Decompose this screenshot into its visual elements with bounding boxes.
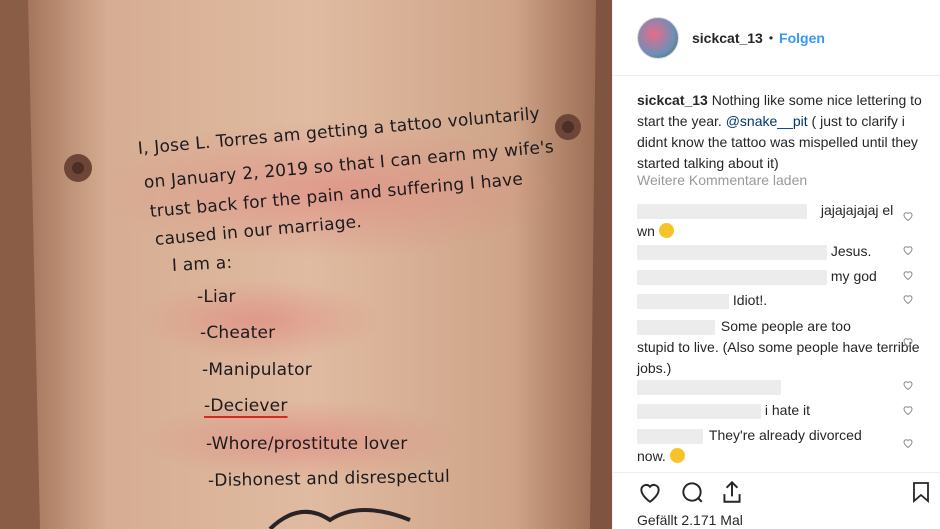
tattoo-line: -Cheater — [200, 323, 276, 343]
comment-like-heart-icon[interactable] — [902, 437, 914, 449]
redacted-username — [637, 403, 761, 419]
redacted-username — [637, 293, 729, 309]
tattoo-line-misspelled: -Deciever — [204, 396, 288, 416]
comment-text: i hate it — [764, 402, 811, 418]
redacted-username — [637, 203, 807, 219]
post-side-panel: sickcat_13 • Folgen sickcat_13 Nothing l… — [612, 0, 940, 529]
redacted-username — [637, 379, 781, 395]
comment: i hate it — [637, 400, 927, 421]
comment: Jesus. — [637, 241, 927, 262]
action-bar — [613, 472, 940, 512]
avatar[interactable] — [637, 16, 679, 59]
comment-like-heart-icon[interactable] — [902, 379, 914, 391]
comment: my god — [637, 266, 927, 287]
redacted-username — [637, 269, 827, 285]
comment-text: Idiot!. — [732, 292, 768, 308]
comment-like-heart-icon[interactable] — [902, 404, 914, 416]
heart-icon[interactable] — [637, 479, 663, 505]
comment — [637, 376, 927, 397]
caption-username[interactable]: sickcat_13 — [637, 92, 708, 108]
comment-like-heart-icon[interactable] — [902, 293, 914, 305]
redacted-username — [637, 244, 827, 260]
comment-text: wn — [637, 223, 655, 239]
redacted-username — [637, 319, 715, 335]
redacted-username — [637, 428, 703, 444]
share-icon[interactable] — [719, 479, 745, 505]
tattoo-line: -Manipulator — [202, 360, 312, 380]
post-caption: sickcat_13 Nothing like some nice letter… — [637, 90, 927, 174]
comment-text: Some people are too — [720, 318, 851, 334]
comment-text: Jesus. — [830, 243, 872, 259]
separator-dot: • — [768, 30, 774, 45]
comment-text: now. — [637, 448, 666, 464]
comment-icon[interactable] — [679, 479, 705, 505]
caption-mention[interactable]: @snake__pit — [726, 113, 808, 129]
sunglasses-emoji — [669, 448, 685, 463]
comment-like-heart-icon[interactable] — [902, 210, 914, 222]
tattoo-line: -Dishonest and disrespectul — [207, 466, 451, 491]
comment-text: my god — [830, 268, 877, 284]
post-photo[interactable]: I, Jose L. Torres am getting a tattoo vo… — [0, 0, 612, 529]
likes-count[interactable]: Gefällt 2.171 Mal — [637, 512, 743, 528]
bookmark-icon[interactable] — [909, 479, 933, 505]
comment-like-heart-icon[interactable] — [902, 244, 914, 256]
tattoo-line: I am a: — [171, 252, 233, 276]
comment-like-heart-icon[interactable] — [902, 336, 914, 348]
comment-like-heart-icon[interactable] — [902, 269, 914, 281]
post-header: sickcat_13 • Folgen — [613, 0, 940, 76]
comment: Idiot!. — [637, 290, 927, 311]
tattoo-line: -Whore/prostitute lover — [206, 434, 408, 454]
header-username[interactable]: sickcat_13 — [692, 30, 763, 46]
follow-button[interactable]: Folgen — [779, 30, 825, 46]
tattoo-line: -Liar — [197, 287, 236, 307]
comment-text: jajajajajaj el — [820, 202, 894, 218]
comment-text: They're already divorced — [708, 427, 862, 443]
grin-emoji — [658, 223, 674, 238]
comment: Some people are too stupid to live. (Als… — [637, 316, 927, 379]
comment-text: stupid to live. (Also some people have t… — [637, 339, 920, 376]
comment: They're already divorced now. — [637, 425, 927, 467]
comment: jajajajajaj el wn — [637, 200, 927, 242]
load-more-comments-button[interactable]: Weitere Kommentare laden — [637, 172, 807, 188]
